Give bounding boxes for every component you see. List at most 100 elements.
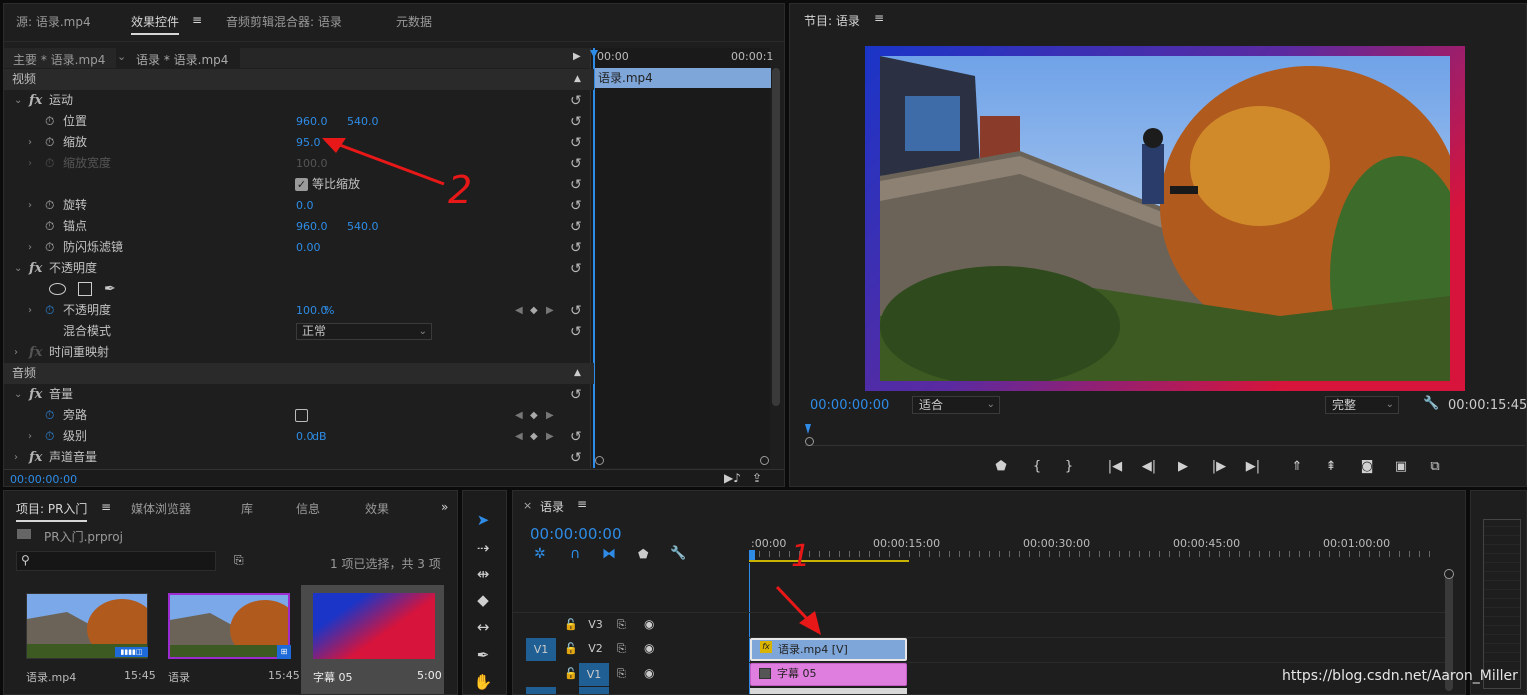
uniform-scale-checkbox[interactable]: ✓ [295, 178, 308, 191]
find-icon[interactable]: ⎘ [234, 553, 244, 568]
go-to-in-icon[interactable]: |◀ [1104, 459, 1126, 474]
tab-source[interactable]: 源: 语录.mp4 [16, 13, 91, 30]
chevron-right-icon[interactable]: › [14, 342, 18, 363]
play-audio-icon[interactable]: ▶♪ [724, 471, 741, 485]
program-playhead[interactable] [805, 424, 811, 434]
fx-icon[interactable]: fx [29, 447, 42, 468]
insert-sequence-icon[interactable]: ✲ [534, 546, 546, 562]
panel-menu-icon[interactable]: ≡ [101, 500, 111, 514]
project-item[interactable]: ⊞ 语录 15:45 [156, 585, 300, 694]
tab-audio-clip-mixer[interactable]: 音频剪辑混合器: 语录 [226, 13, 342, 30]
chevron-down-icon[interactable]: ⌄ [14, 90, 22, 111]
tab-effects[interactable]: 效果 [365, 500, 389, 517]
chevron-right-icon[interactable]: › [28, 300, 32, 321]
panel-menu-icon[interactable]: ≡ [192, 13, 202, 27]
zoom-handle-left[interactable] [595, 456, 604, 465]
fx-icon[interactable]: fx [29, 90, 42, 111]
compare-view-icon[interactable]: ▣ [1390, 459, 1412, 474]
play-only-icon[interactable]: ▶ [573, 51, 581, 62]
lift-icon[interactable]: ⇑ [1286, 459, 1308, 474]
go-to-out-icon[interactable]: ▶| [1242, 459, 1264, 474]
timeline-clip-audio[interactable] [750, 688, 907, 694]
reset-icon[interactable]: ↺ [570, 175, 582, 196]
camera-icon[interactable]: ◙ [1356, 459, 1378, 474]
zoom-handle[interactable] [1444, 569, 1454, 579]
razor-tool-icon[interactable]: ◆ [471, 591, 495, 609]
reset-icon[interactable]: ↺ [570, 238, 582, 259]
tab-metadata[interactable]: 元数据 [396, 13, 432, 30]
tab-info[interactable]: 信息 [296, 500, 320, 517]
reset-icon[interactable]: ↺ [570, 301, 582, 322]
stopwatch-icon[interactable]: ⏱ [45, 111, 54, 132]
add-keyframe-icon[interactable]: ◆ [530, 405, 538, 426]
zoom-handle-right[interactable] [760, 456, 769, 465]
source-patch-a1[interactable] [526, 687, 556, 694]
timeline-title[interactable]: 语录 [540, 498, 564, 515]
add-marker-icon[interactable]: ⬟ [990, 459, 1012, 474]
reset-icon[interactable]: ↺ [570, 217, 582, 238]
effect-timecode[interactable]: 00:00:00:00 [10, 473, 77, 486]
timeline-timecode[interactable]: 00:00:00:00 [530, 525, 622, 543]
mark-in-icon[interactable]: { [1026, 459, 1048, 474]
rotation-value[interactable]: 0.0 [296, 195, 314, 216]
timeline-clip-title[interactable]: 字幕 05 [750, 663, 907, 686]
chevron-right-icon[interactable]: › [14, 447, 18, 468]
sync-lock-icon[interactable]: ⎘ [617, 618, 626, 632]
pen-mask-icon[interactable]: ✒ [104, 279, 116, 300]
program-timecode[interactable]: 00:00:00:00 [810, 398, 889, 413]
stopwatch-icon[interactable]: ⏱ [45, 132, 54, 153]
reset-icon[interactable]: ↺ [570, 322, 582, 343]
reset-icon[interactable]: ↺ [570, 91, 582, 112]
mini-timeline-clip[interactable]: 语录.mp4 [593, 68, 771, 88]
project-search-input[interactable]: ⚲ [16, 551, 216, 571]
reset-icon[interactable]: ↺ [570, 385, 582, 406]
tab-effect-controls[interactable]: 效果控件 [131, 13, 180, 35]
program-video-frame[interactable] [865, 46, 1465, 391]
fx-icon[interactable]: fx [29, 384, 42, 405]
track-target-a1[interactable] [579, 687, 609, 694]
chevron-down-icon[interactable]: ⌄ [14, 384, 22, 405]
fx-icon[interactable]: fx [29, 258, 42, 279]
prev-keyframe-icon[interactable]: ◀ [515, 405, 523, 426]
stopwatch-icon[interactable]: ⏱ [45, 426, 54, 447]
proxy-toggle-icon[interactable]: ⧉ [1424, 459, 1446, 474]
timeline-playhead-head[interactable] [749, 550, 755, 560]
lock-icon[interactable]: 🔓 [564, 618, 578, 631]
reset-icon[interactable]: ↺ [570, 133, 582, 154]
eye-icon[interactable]: ◉ [644, 641, 654, 655]
stopwatch-icon[interactable]: ⏱ [45, 195, 54, 216]
lock-icon[interactable]: 🔓 [564, 667, 578, 680]
program-time-ruler[interactable] [805, 424, 1525, 446]
tab-project[interactable]: 项目: PR入门 [16, 500, 88, 522]
rectangle-mask-icon[interactable] [78, 282, 92, 296]
opacity-value[interactable]: 100.0 [296, 300, 328, 321]
source-patch-v1[interactable]: V1 [526, 638, 556, 661]
export-frame-icon[interactable]: ⇪ [752, 471, 762, 485]
pen-tool-icon[interactable]: ✒ [471, 646, 495, 664]
stopwatch-icon[interactable]: ⏱ [45, 237, 54, 258]
lock-icon[interactable]: 🔓 [564, 642, 578, 655]
eye-icon[interactable]: ◉ [644, 666, 654, 680]
project-item[interactable]: ▮▮▮▮◫ 语录.mp4 15:45 [16, 585, 156, 694]
scrollbar[interactable] [772, 68, 780, 406]
timeline-ruler[interactable]: :00:00 00:00:15:00 00:00:30:00 00:00:45:… [749, 531, 1449, 563]
chevron-down-icon[interactable]: ⌄ [14, 258, 22, 279]
tab-libraries[interactable]: 库 [241, 500, 253, 517]
bypass-checkbox[interactable] [295, 409, 308, 422]
work-area-bar[interactable] [749, 560, 909, 562]
timeline-clip-video[interactable]: fx 语录.mp4 [V] [750, 638, 907, 661]
panel-menu-icon[interactable]: ≡ [577, 497, 587, 511]
eye-icon[interactable]: ◉ [644, 617, 654, 631]
next-keyframe-icon[interactable]: ▶ [546, 426, 554, 447]
reset-icon[interactable]: ↺ [570, 112, 582, 133]
track-select-tool-icon[interactable]: ⇢ [471, 539, 495, 557]
blend-mode-select[interactable]: 正常 ⌄ [296, 323, 432, 340]
add-marker-icon[interactable]: ⬟ [638, 547, 648, 561]
stopwatch-icon[interactable]: ⏱ [45, 300, 54, 321]
project-item-selected[interactable]: 字幕 05 5:00 [301, 585, 444, 694]
stopwatch-icon[interactable]: ⏱ [45, 405, 54, 426]
next-keyframe-icon[interactable]: ▶ [546, 300, 554, 321]
program-zoom-handle[interactable] [805, 437, 814, 446]
zoom-select[interactable]: 适合 ⌄ [912, 396, 1000, 414]
wrench-icon[interactable]: 🔧 [670, 546, 686, 561]
